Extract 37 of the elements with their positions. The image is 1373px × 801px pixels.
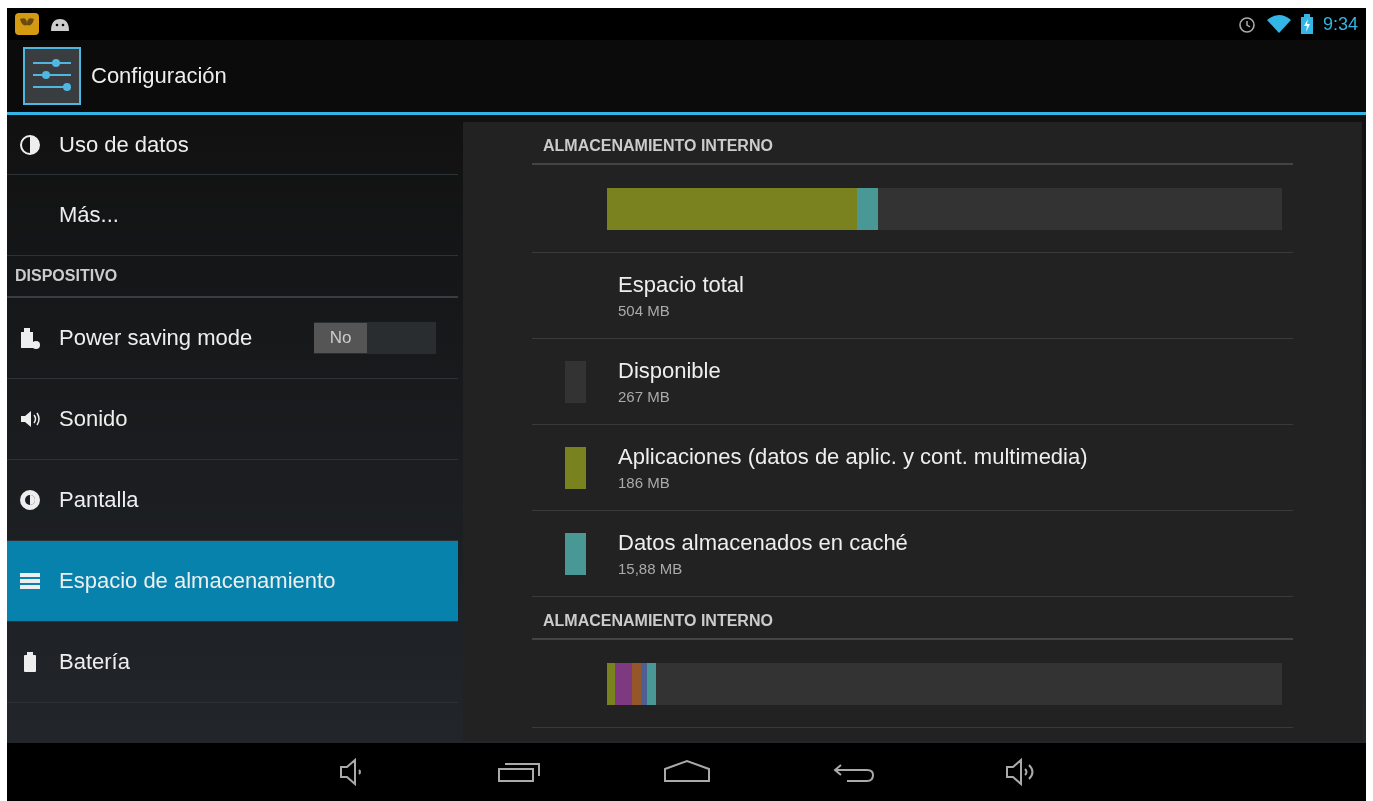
alarm-icon bbox=[1236, 14, 1257, 34]
storage-value: 186 MB bbox=[618, 474, 671, 491]
storage-label: Aplicaciones (datos de aplic. y cont. multimedia) bbox=[618, 444, 1088, 470]
robot-icon bbox=[49, 17, 71, 31]
item-label: Sonido bbox=[59, 406, 128, 432]
toggle-switch[interactable]: No bbox=[314, 322, 436, 354]
wifi-icon bbox=[1266, 15, 1291, 33]
clock-time: 9:34 bbox=[1322, 13, 1358, 35]
battery-icon bbox=[1300, 14, 1313, 34]
settings-item-icon bbox=[18, 132, 42, 157]
storage-label: Espacio total bbox=[618, 272, 744, 298]
item-label: Más... bbox=[59, 202, 119, 228]
item-label: Power saving mode bbox=[59, 325, 253, 351]
app-notification-icon bbox=[15, 13, 39, 35]
section-header: ALMACENAMIENTO INTERNO bbox=[532, 597, 1293, 640]
settings-item-icon bbox=[18, 488, 42, 512]
section-header: ALMACENAMIENTO INTERNO bbox=[532, 122, 1293, 165]
toggle-label: No bbox=[314, 323, 367, 353]
storage-label: Datos almacenados en caché bbox=[618, 530, 908, 556]
item-label: Pantalla bbox=[59, 487, 139, 513]
storage-value: 15,88 MB bbox=[618, 560, 684, 577]
settings-item[interactable]: Más... bbox=[7, 175, 458, 256]
settings-item[interactable]: Espacio de almacenamiento bbox=[7, 541, 458, 622]
item-label: Batería bbox=[59, 649, 130, 675]
category-header: DISPOSITIVO bbox=[7, 256, 458, 298]
settings-item-icon bbox=[18, 326, 42, 350]
item-label: Uso de datos bbox=[59, 131, 189, 158]
settings-sliders-icon bbox=[23, 47, 81, 105]
item-label: Espacio de almacenamiento bbox=[59, 568, 336, 594]
settings-item[interactable]: Batería bbox=[7, 622, 458, 703]
storage-value: 504 MB bbox=[618, 302, 671, 319]
app-title: Configuración bbox=[91, 63, 227, 89]
storage-value: 267 MB bbox=[618, 388, 671, 405]
settings-item[interactable]: Uso de datos bbox=[7, 115, 458, 175]
settings-item[interactable]: Sonido bbox=[7, 379, 458, 460]
settings-item[interactable]: Power saving mode No bbox=[7, 298, 458, 379]
storage-label: Disponible bbox=[618, 358, 721, 384]
